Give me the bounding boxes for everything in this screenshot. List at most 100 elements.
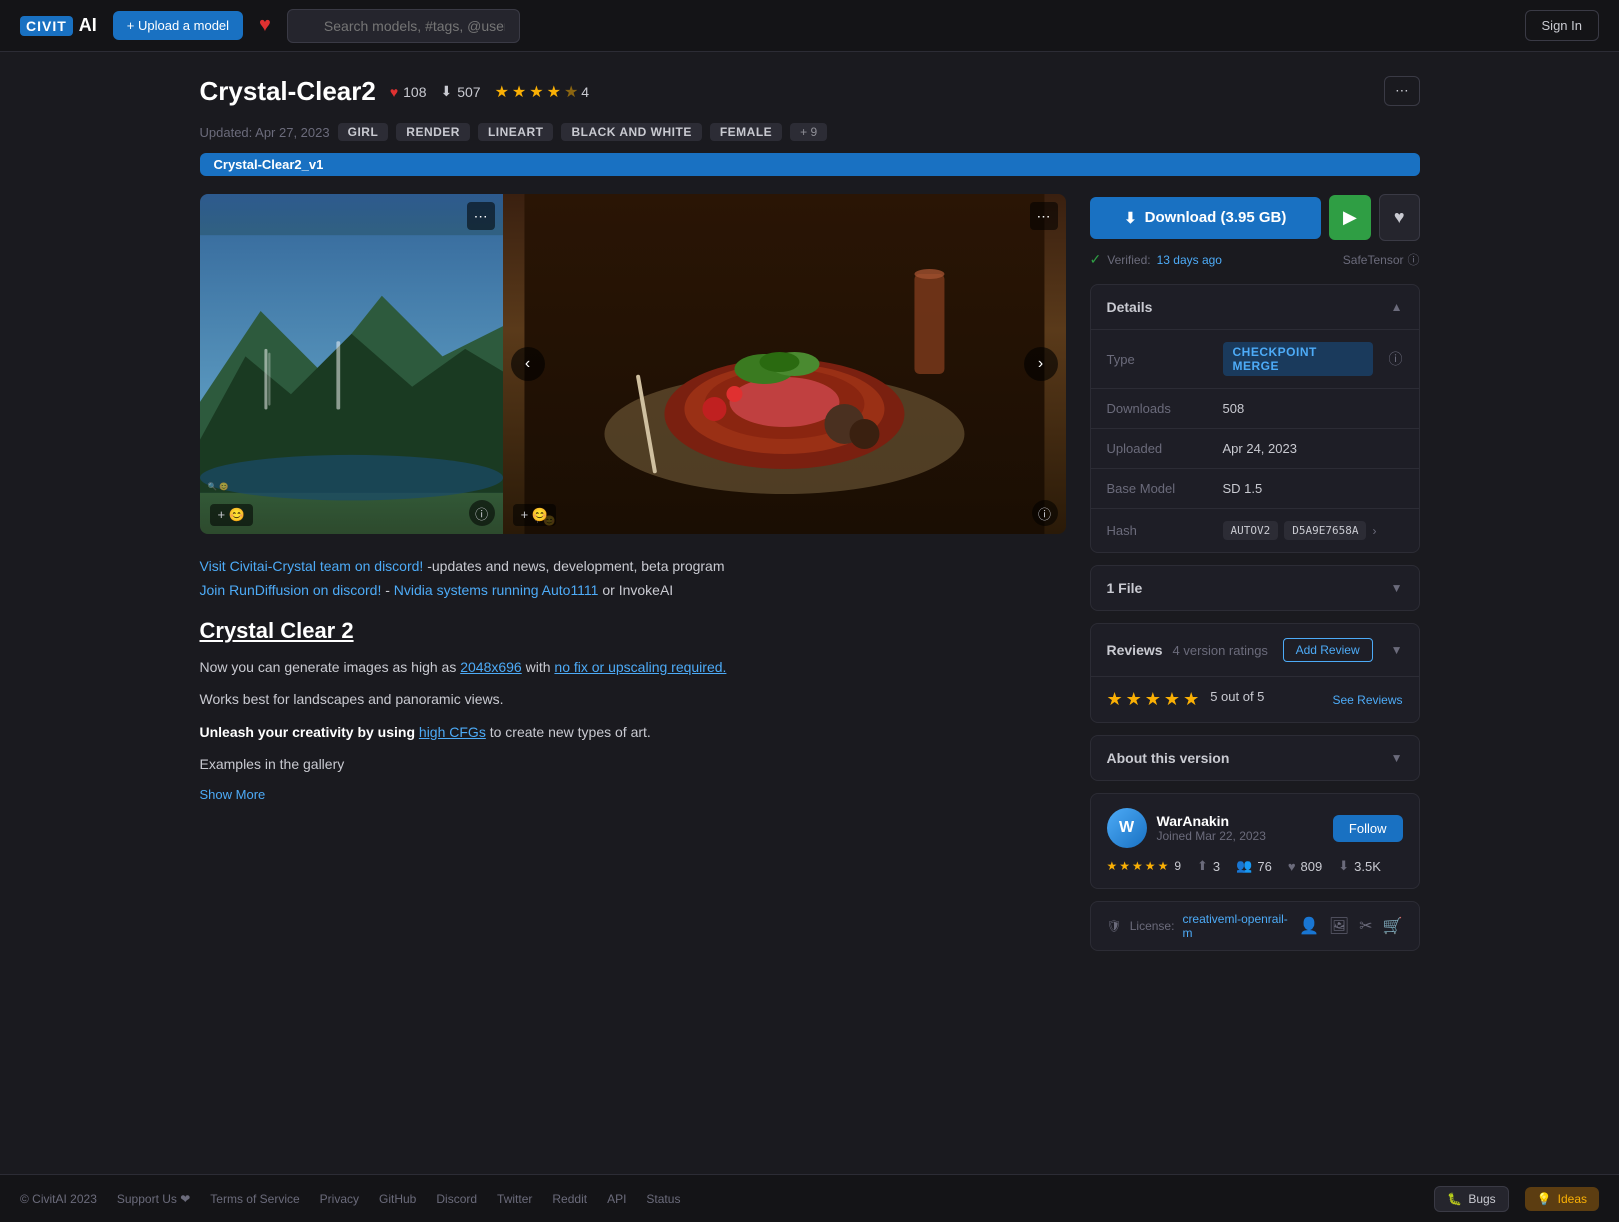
author-uploads-stat: ⬆ 3 bbox=[1197, 858, 1220, 874]
uploaded-value: Apr 24, 2023 bbox=[1223, 441, 1403, 456]
a-star-5: ★ bbox=[1158, 859, 1169, 873]
model-heading: Crystal Clear 2 bbox=[200, 618, 1066, 644]
discord-link-2[interactable]: Join RunDiffusion on discord! bbox=[200, 582, 382, 598]
description-para-1: Now you can generate images as high as 2… bbox=[200, 656, 1066, 678]
gallery-image-2[interactable]: + 😊 ‹ › ⋯ + 😊 ⓘ bbox=[503, 194, 1066, 534]
rating-count: 4 bbox=[581, 84, 589, 100]
logo-text: AI bbox=[79, 15, 97, 36]
tag-more[interactable]: + 9 bbox=[790, 123, 827, 141]
uploaded-label: Uploaded bbox=[1107, 441, 1207, 456]
ideas-button[interactable]: 💡 Ideas bbox=[1525, 1187, 1599, 1211]
gallery-1-bottom-actions: + 😊 bbox=[210, 504, 253, 526]
gallery-2-info-btn[interactable]: ⓘ bbox=[1032, 500, 1058, 526]
license-link[interactable]: creativeml-openrail-m bbox=[1182, 912, 1291, 940]
run-button[interactable]: ▶ bbox=[1329, 195, 1371, 240]
gallery-1-info-btn[interactable]: ⓘ bbox=[469, 500, 495, 526]
download-button[interactable]: ⬇ Download (3.95 GB) bbox=[1090, 197, 1321, 239]
detail-type-row: Type CHECKPOINT MERGE ⓘ bbox=[1091, 330, 1419, 389]
hash-arrow-icon[interactable]: › bbox=[1372, 524, 1376, 538]
gallery-2-zoom-btn[interactable]: + 😊 bbox=[513, 504, 556, 526]
downloads-stat: ⬇ 507 bbox=[440, 83, 480, 100]
author-followers-stat: 👥 76 bbox=[1236, 858, 1272, 874]
add-review-button[interactable]: Add Review bbox=[1283, 638, 1373, 662]
nvidia-link[interactable]: Nvidia systems running Auto1111 bbox=[394, 582, 599, 598]
gallery-prev-button[interactable]: ‹ bbox=[511, 347, 545, 381]
follow-button[interactable]: Follow bbox=[1333, 815, 1403, 842]
safe-tensor-info-icon[interactable]: ⓘ bbox=[1407, 251, 1419, 268]
download-icon: ⬇ bbox=[440, 83, 452, 100]
rating-text: 5 out of 5 bbox=[1210, 689, 1264, 710]
tag-render[interactable]: RENDER bbox=[396, 123, 470, 141]
gallery-1-zoom-btn[interactable]: + 😊 bbox=[210, 504, 253, 526]
tag-girl[interactable]: GIRL bbox=[338, 123, 389, 141]
search-input[interactable] bbox=[287, 9, 520, 43]
verified-date-link[interactable]: 13 days ago bbox=[1157, 253, 1222, 267]
description-para-2: Works best for landscapes and panoramic … bbox=[200, 688, 1066, 710]
favorites-icon[interactable]: ♥ bbox=[259, 14, 271, 37]
author-followers: 76 bbox=[1257, 859, 1271, 874]
details-card-header[interactable]: Details ▲ bbox=[1091, 285, 1419, 330]
author-name: WarAnakin bbox=[1157, 813, 1323, 829]
gallery-image-1[interactable]: 🔍 😊 ⋯ + 😊 ⓘ bbox=[200, 194, 503, 534]
model-title-row: Crystal-Clear2 ♥ 108 ⬇ 507 ★ ★ ★ ★ ★ 4 bbox=[200, 76, 1420, 107]
discord-link-1[interactable]: Visit Civitai-Crystal team on discord! bbox=[200, 558, 424, 574]
download-icon: ⬇ bbox=[1124, 209, 1137, 227]
bugs-button[interactable]: 🐛 Bugs bbox=[1434, 1186, 1508, 1212]
gallery-2-bottom-actions: + 😊 bbox=[513, 504, 556, 526]
heart-icon: ♥ bbox=[390, 84, 398, 100]
show-more-link[interactable]: Show More bbox=[200, 787, 266, 802]
footer-status-link[interactable]: Status bbox=[646, 1192, 680, 1206]
detail-downloads-row: Downloads 508 bbox=[1091, 389, 1419, 429]
license-icon-2: 🖼 bbox=[1329, 916, 1349, 936]
gallery-next-button[interactable]: › bbox=[1024, 347, 1058, 381]
footer-privacy-link[interactable]: Privacy bbox=[320, 1192, 359, 1206]
footer-reddit-link[interactable]: Reddit bbox=[552, 1192, 587, 1206]
no-fix-link[interactable]: no fix or upscaling required. bbox=[554, 659, 726, 675]
high-cfgs-link[interactable]: high CFGs bbox=[419, 724, 486, 740]
resolution-link[interactable]: 2048x696 bbox=[460, 659, 522, 675]
r-star-1: ★ bbox=[1107, 689, 1123, 710]
download-label: Download (3.95 GB) bbox=[1145, 209, 1287, 226]
logo: CIVIT AI bbox=[20, 15, 97, 36]
files-chevron-icon: ▼ bbox=[1391, 581, 1403, 595]
gallery-2-more-btn[interactable]: ⋯ bbox=[1030, 202, 1058, 230]
likes-stat: ♥ 108 bbox=[390, 84, 427, 100]
header: CIVIT AI + Upload a model ♥ 🔍 Sign In bbox=[0, 0, 1619, 52]
details-card-body: Type CHECKPOINT MERGE ⓘ Downloads 508 Up… bbox=[1091, 330, 1419, 552]
author-top: W WarAnakin Joined Mar 22, 2023 Follow bbox=[1107, 808, 1403, 848]
downloads-stat-icon: ⬇ bbox=[1338, 858, 1349, 874]
star-1: ★ bbox=[495, 82, 509, 102]
save-button[interactable]: ♥ bbox=[1379, 194, 1420, 241]
footer-api-link[interactable]: API bbox=[607, 1192, 626, 1206]
tag-black-and-white[interactable]: BLACK AND WHITE bbox=[561, 123, 701, 141]
verified-label: Verified: bbox=[1107, 253, 1150, 267]
footer-twitter-link[interactable]: Twitter bbox=[497, 1192, 532, 1206]
license-icon-3: ✂ bbox=[1359, 916, 1372, 936]
likes-stat-icon: ♥ bbox=[1288, 859, 1296, 874]
author-joined: Joined Mar 22, 2023 bbox=[1157, 829, 1323, 843]
about-version-header[interactable]: About this version ▼ bbox=[1091, 736, 1419, 780]
footer-github-link[interactable]: GitHub bbox=[379, 1192, 416, 1206]
author-downloads-stat: ⬇ 3.5K bbox=[1338, 858, 1381, 874]
author-likes: 809 bbox=[1301, 859, 1323, 874]
tag-female[interactable]: FEMALE bbox=[710, 123, 782, 141]
footer-discord-link[interactable]: Discord bbox=[436, 1192, 477, 1206]
upload-button[interactable]: + Upload a model bbox=[113, 11, 243, 40]
gallery-1-more-btn[interactable]: ⋯ bbox=[467, 202, 495, 230]
author-stats: ★ ★ ★ ★ ★ 9 ⬆ 3 👥 76 bbox=[1107, 858, 1403, 874]
type-info-icon[interactable]: ⓘ bbox=[1389, 349, 1403, 369]
r-star-4: ★ bbox=[1164, 689, 1180, 710]
content-layout: 🔍 😊 ⋯ + 😊 ⓘ bbox=[200, 194, 1420, 951]
see-reviews-link[interactable]: See Reviews bbox=[1332, 693, 1402, 707]
files-card-header[interactable]: 1 File ▼ bbox=[1091, 566, 1419, 610]
footer-terms-link[interactable]: Terms of Service bbox=[210, 1192, 299, 1206]
detail-uploaded-row: Uploaded Apr 24, 2023 bbox=[1091, 429, 1419, 469]
svg-text:🔍 😊: 🔍 😊 bbox=[207, 481, 228, 491]
more-options-button[interactable]: ⋯ bbox=[1384, 76, 1419, 106]
safe-tensor-row: SafeTensor ⓘ bbox=[1343, 251, 1420, 268]
hash-label: Hash bbox=[1107, 523, 1207, 538]
tag-lineart[interactable]: LINEART bbox=[478, 123, 554, 141]
version-badge[interactable]: Crystal-Clear2_v1 bbox=[200, 153, 1420, 176]
footer-support-link[interactable]: Support Us ❤ bbox=[117, 1192, 190, 1206]
sign-in-button[interactable]: Sign In bbox=[1525, 10, 1599, 41]
